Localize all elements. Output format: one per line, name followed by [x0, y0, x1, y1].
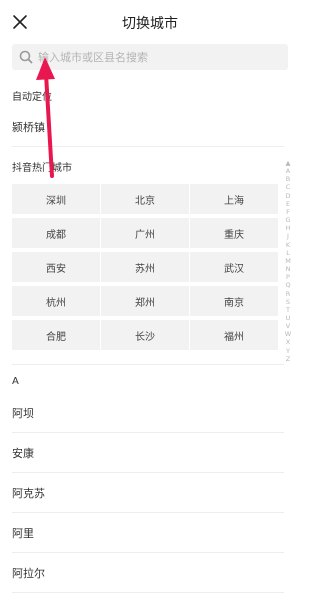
- hot-city-cell[interactable]: 福州: [190, 320, 278, 350]
- hot-city-cell[interactable]: 西安: [12, 252, 100, 282]
- auto-location-label: 自动定位: [12, 92, 52, 103]
- header: 切换城市: [0, 0, 300, 44]
- city-list-item[interactable]: 阿里: [12, 513, 284, 553]
- divider: [12, 364, 284, 365]
- index-letter[interactable]: ▲: [286, 159, 291, 167]
- index-letter[interactable]: X: [286, 338, 290, 346]
- index-letter[interactable]: W: [285, 330, 291, 338]
- index-letter[interactable]: U: [286, 314, 291, 322]
- divider: [12, 146, 284, 147]
- index-letter[interactable]: R: [286, 290, 291, 298]
- hot-city-cell[interactable]: 上海: [190, 184, 278, 214]
- index-letter[interactable]: F: [286, 208, 290, 216]
- hot-city-cell[interactable]: 广州: [101, 218, 189, 248]
- index-letter[interactable]: T: [286, 306, 290, 314]
- hot-city-cell[interactable]: 重庆: [190, 218, 278, 248]
- city-list-item[interactable]: 安康: [12, 433, 284, 473]
- hot-city-cell[interactable]: 杭州: [12, 286, 100, 316]
- hot-city-cell[interactable]: 北京: [101, 184, 189, 214]
- index-letter[interactable]: Y: [286, 347, 290, 355]
- index-letter[interactable]: A: [286, 167, 290, 175]
- hot-city-cell[interactable]: 郑州: [101, 286, 189, 316]
- index-letter[interactable]: C: [286, 183, 291, 191]
- alphabet-index-bar[interactable]: ▲ A B C D E F G H J K L M N P Q R S T U V W X Y Z: [282, 159, 294, 363]
- page-title: 切换城市: [122, 16, 178, 32]
- index-letter[interactable]: S: [286, 298, 290, 306]
- hot-city-cell[interactable]: 长沙: [101, 320, 189, 350]
- search-input[interactable]: [38, 44, 278, 70]
- letter-header-a: A: [12, 376, 19, 387]
- hot-city-cell[interactable]: 南京: [190, 286, 278, 316]
- index-letter[interactable]: K: [286, 241, 290, 249]
- search-bar[interactable]: [12, 44, 288, 70]
- city-list: 阿坝 安康 阿克苏 阿里 阿拉尔: [12, 393, 284, 593]
- index-letter[interactable]: G: [285, 216, 290, 224]
- index-letter[interactable]: P: [286, 273, 290, 281]
- hot-cities-grid: 深圳 北京 上海成都 广州 重庆西安 苏州 武汉杭州 郑州 南京合肥 长沙 福州: [12, 184, 278, 350]
- hot-city-cell[interactable]: 武汉: [190, 252, 278, 282]
- hot-city-cell[interactable]: 成都: [12, 218, 100, 248]
- city-list-item[interactable]: 阿克苏: [12, 473, 284, 513]
- index-letter[interactable]: M: [285, 257, 291, 265]
- index-letter[interactable]: D: [285, 192, 290, 200]
- hot-city-cell[interactable]: 深圳: [12, 184, 100, 214]
- search-icon: [19, 50, 33, 64]
- index-letter[interactable]: Z: [286, 355, 290, 363]
- current-location-city[interactable]: 颍桥镇: [12, 119, 45, 135]
- hot-city-cell[interactable]: 苏州: [101, 252, 189, 282]
- hot-cities-label: 抖音热门城市: [12, 163, 72, 174]
- index-letter[interactable]: N: [286, 265, 291, 273]
- index-letter[interactable]: L: [286, 249, 290, 257]
- city-list-item[interactable]: 阿坝: [12, 393, 284, 433]
- index-letter[interactable]: J: [287, 232, 289, 240]
- index-letter[interactable]: E: [286, 200, 290, 208]
- city-list-item[interactable]: 阿拉尔: [12, 553, 284, 593]
- index-letter[interactable]: V: [286, 322, 290, 330]
- hot-city-cell[interactable]: 合肥: [12, 320, 100, 350]
- index-letter[interactable]: Q: [285, 281, 290, 289]
- index-letter[interactable]: H: [286, 224, 291, 232]
- index-letter[interactable]: B: [286, 175, 290, 183]
